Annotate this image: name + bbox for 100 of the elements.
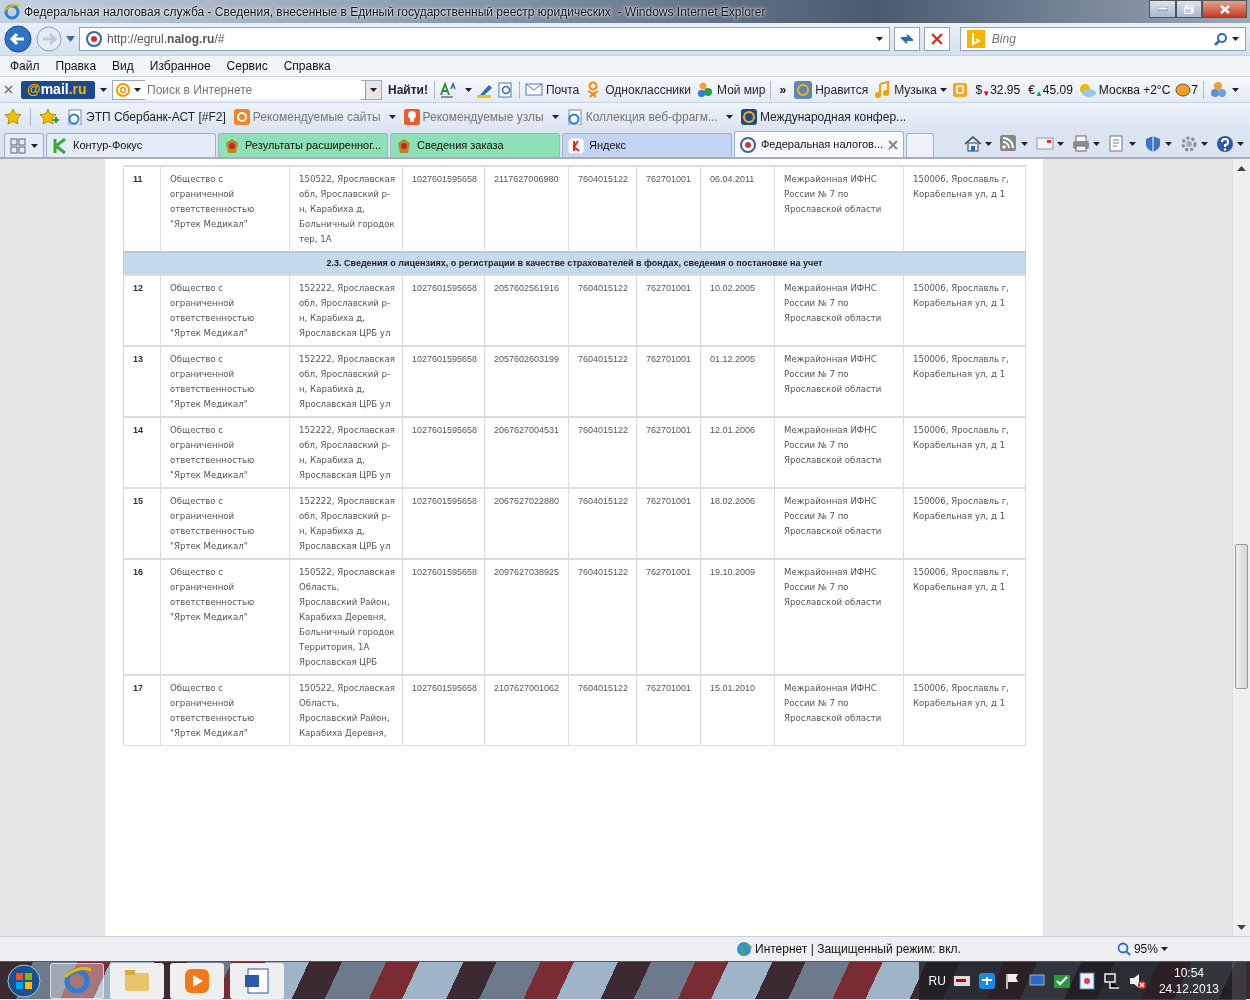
toolbar-link[interactable]: Почта bbox=[524, 80, 580, 99]
dropdown-arrow-icon[interactable] bbox=[66, 36, 75, 42]
toolbar-link[interactable]: Музыка bbox=[873, 80, 947, 99]
music-note-icon bbox=[873, 80, 892, 99]
dropdown-button[interactable] bbox=[365, 80, 381, 99]
address-field[interactable]: http://egrul.nalog.ru/# bbox=[79, 27, 890, 51]
caret-icon[interactable] bbox=[1021, 142, 1028, 146]
taskbar-app[interactable] bbox=[170, 962, 224, 999]
app-tray-icon[interactable] bbox=[1077, 971, 1096, 990]
shield-icon[interactable] bbox=[1144, 135, 1162, 153]
favorite-link[interactable]: ЭТП Сбербанк-АСТ [#F2] bbox=[67, 107, 226, 126]
clock[interactable]: 10:54 24.12.2013 bbox=[1152, 964, 1225, 997]
minimize-button[interactable] bbox=[1149, 0, 1176, 18]
url-text: http://egrul.nalog.ru/# bbox=[107, 31, 225, 48]
back-button[interactable] bbox=[4, 25, 32, 53]
section-heading: 2.3. Сведения о лицензиях, о регистрации в качестве страхователей в фондах, сведения о постановке на учет bbox=[123, 252, 1026, 275]
muted-speaker-icon[interactable] bbox=[1127, 971, 1146, 990]
refresh-button[interactable] bbox=[893, 27, 920, 51]
browser-tab[interactable]: Контур-Фокус bbox=[46, 133, 216, 157]
menu-item[interactable]: Справка bbox=[275, 57, 339, 75]
close-icon[interactable] bbox=[888, 139, 899, 150]
currency-rate[interactable]: €▲45.09 bbox=[1028, 80, 1073, 99]
menu-item[interactable]: Файл bbox=[2, 57, 48, 75]
zoom-control[interactable]: 95% bbox=[1116, 940, 1168, 958]
mail-counter[interactable]: 7 bbox=[1175, 80, 1198, 99]
caret-icon[interactable] bbox=[1093, 142, 1100, 146]
search-icon[interactable] bbox=[1214, 32, 1227, 46]
scroll-thumb[interactable] bbox=[1235, 544, 1248, 689]
close-icon[interactable] bbox=[4, 85, 13, 94]
browser-tab[interactable]: Яндекс bbox=[562, 133, 732, 157]
restore-icon bbox=[1184, 4, 1194, 14]
table-cell: 1027601595658 bbox=[402, 275, 485, 346]
find-button[interactable]: Найти! bbox=[387, 79, 429, 100]
close-button[interactable] bbox=[1202, 0, 1247, 18]
favorite-link[interactable]: Рекомендуемые сайты bbox=[233, 107, 396, 126]
start-button[interactable] bbox=[4, 962, 44, 999]
caret-icon[interactable] bbox=[1237, 142, 1244, 146]
browser-tab[interactable]: Федеральная налогов... bbox=[734, 131, 905, 157]
scroll-up-icon[interactable] bbox=[1237, 166, 1246, 171]
help-icon[interactable] bbox=[1216, 135, 1234, 153]
toolbar-link[interactable]: Мой мир bbox=[696, 80, 766, 99]
caret-icon[interactable] bbox=[1057, 142, 1064, 146]
table-cell: 17 bbox=[123, 675, 161, 746]
table-cell: 2057602561916 bbox=[484, 275, 569, 346]
envelope-icon[interactable] bbox=[1036, 135, 1054, 153]
favorite-link[interactable]: Международная конфер... bbox=[740, 107, 907, 126]
menu-item[interactable]: Вид bbox=[104, 57, 142, 75]
menu-item[interactable]: Правка bbox=[47, 57, 105, 75]
taskbar-app[interactable] bbox=[230, 962, 284, 999]
browser-tab[interactable]: Сведения заказа bbox=[390, 133, 560, 157]
caret-icon[interactable] bbox=[100, 87, 107, 92]
emblem-icon bbox=[224, 137, 240, 154]
table-cell: 150006, Ярославль г, Корабельная ул, д 1 bbox=[903, 559, 1026, 675]
table-cell: 14 bbox=[123, 417, 161, 488]
weather-widget[interactable]: Москва +2°C bbox=[1077, 80, 1171, 99]
toolbar-link[interactable]: Нравится bbox=[794, 80, 869, 99]
browser-tab[interactable]: Результаты расширенног... bbox=[218, 133, 388, 157]
currency-rate[interactable]: $▼32.95 bbox=[975, 80, 1021, 99]
add-favorite-icon[interactable] bbox=[39, 107, 59, 126]
table-cell: Межрайонная ИФНС России № 7 по Ярославской области bbox=[774, 275, 904, 346]
scroll-down-icon[interactable] bbox=[1237, 925, 1246, 930]
caret-icon[interactable] bbox=[1201, 142, 1208, 146]
mail-logo[interactable]: @mail.ru bbox=[21, 80, 95, 99]
table-cell: Общество с ограниченной ответственностью "Яртек Медикал" bbox=[160, 346, 290, 417]
caret-icon[interactable] bbox=[1165, 142, 1172, 146]
language-indicator[interactable]: RU bbox=[928, 971, 946, 990]
home-icon[interactable] bbox=[964, 135, 982, 153]
caret-icon[interactable] bbox=[134, 87, 141, 92]
scrollbar[interactable] bbox=[1232, 159, 1250, 936]
caret-icon[interactable] bbox=[1232, 37, 1239, 41]
favorites-star-icon[interactable] bbox=[4, 107, 22, 126]
caret-icon[interactable] bbox=[1129, 142, 1136, 146]
table-cell: 12.01.2006 bbox=[700, 417, 775, 488]
stop-button[interactable] bbox=[923, 27, 950, 51]
menu-item[interactable]: Избранное bbox=[141, 57, 219, 75]
table-cell: 12 bbox=[123, 275, 161, 346]
page-search-icon[interactable] bbox=[497, 81, 514, 98]
more-button[interactable]: » bbox=[776, 80, 790, 99]
favorite-link[interactable]: Рекомендуемые узлы bbox=[403, 107, 559, 126]
menu-item[interactable]: Сервис bbox=[218, 57, 276, 75]
network-icon[interactable] bbox=[1102, 971, 1121, 990]
taskbar-app[interactable] bbox=[50, 962, 104, 999]
table-cell: 762701001 bbox=[636, 675, 701, 746]
quick-tabs-button[interactable] bbox=[4, 133, 44, 157]
toolbar-link[interactable]: Одноклассники bbox=[584, 80, 691, 99]
search-field[interactable]: Поиск в Интернете bbox=[145, 79, 362, 100]
caret-icon[interactable] bbox=[1232, 87, 1239, 92]
favorite-link[interactable]: Коллекция веб-фрагм... bbox=[566, 107, 733, 126]
window-title: Федеральная налоговая служба - Сведения, внесенные в Единый государственный реестр юридических - Windows Internet Explorer bbox=[24, 3, 766, 21]
table-cell: 2057602603199 bbox=[484, 346, 569, 417]
search-box[interactable]: Bing bbox=[959, 27, 1246, 51]
caret-icon[interactable] bbox=[985, 142, 992, 146]
caret-icon[interactable] bbox=[464, 87, 472, 92]
remote-icon[interactable] bbox=[977, 971, 996, 990]
caret-icon[interactable] bbox=[875, 37, 883, 41]
security-zone[interactable]: Интернет | Защищенный режим: вкл. bbox=[736, 940, 961, 958]
search-box[interactable]: Поиск в Интернете bbox=[112, 79, 382, 100]
maximize-button[interactable] bbox=[1176, 0, 1202, 18]
print-icon[interactable] bbox=[1072, 135, 1090, 153]
table-cell: 15.01.2010 bbox=[700, 675, 775, 746]
